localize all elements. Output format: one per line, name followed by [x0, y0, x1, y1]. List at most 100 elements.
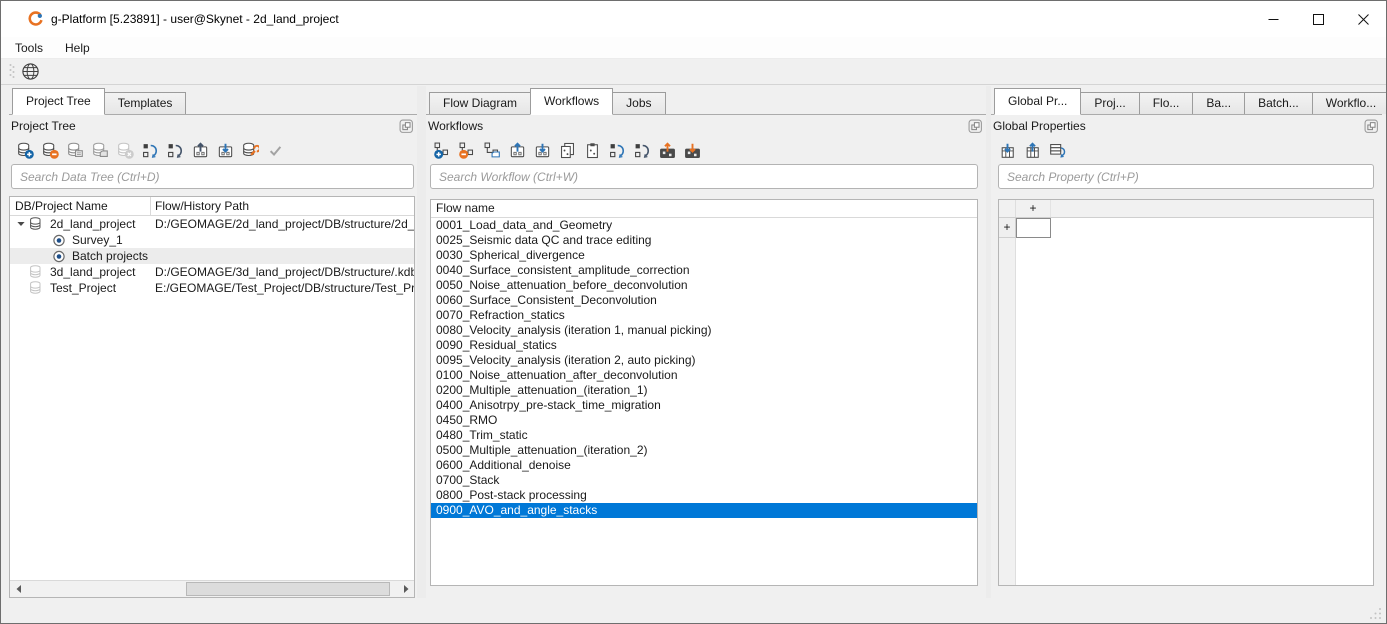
tree-row-survey-1[interactable]: Survey_1 [10, 232, 414, 248]
workflow-item-0800-post-stack-processing[interactable]: 0800_Post-stack processing [431, 488, 977, 503]
properties-export-icon[interactable] [1022, 140, 1042, 160]
database-settings-icon[interactable] [240, 140, 260, 160]
splitter[interactable] [417, 86, 426, 598]
toolbar-grip[interactable] [9, 63, 15, 81]
left-panel-title: Project Tree [11, 115, 399, 137]
paste-icon[interactable] [582, 140, 602, 160]
workflow-item-0400-anisotrpy-pre-stack-time-migration[interactable]: 0400_Anisotrpy_pre-stack_time_migration [431, 398, 977, 413]
workflow-item-0500-multiple-attenuation-iteration-2[interactable]: 0500_Multiple_attenuation_(iteration_2) [431, 443, 977, 458]
tree-item-label: Test_Project [50, 280, 116, 296]
float-panel-icon[interactable] [968, 119, 983, 134]
tab-workflows[interactable]: Workflows [530, 88, 613, 115]
database-copy-icon[interactable] [65, 140, 85, 160]
close-button[interactable] [1341, 1, 1386, 37]
column-db-project-name[interactable]: DB/Project Name [10, 197, 151, 215]
globe-icon[interactable] [21, 62, 41, 82]
tab-global-pr[interactable]: Global Pr... [994, 88, 1081, 115]
swap-refresh-icon[interactable] [607, 140, 627, 160]
main-toolbar [1, 59, 1386, 85]
workflow-item-0900-avo-and-angle-stacks[interactable]: 0900_AVO_and_angle_stacks [431, 503, 977, 518]
tree-cell-name: Batch projects [10, 248, 151, 264]
menu-item-help[interactable]: Help [57, 38, 98, 58]
workflow-item-0040-surface-consistent-amplitude-correc[interactable]: 0040_Surface_consistent_amplitude_correc… [431, 263, 977, 278]
tree-row-3d-land-project[interactable]: 3d_land_projectD:/GEOMAGE/3d_land_projec… [10, 264, 414, 280]
workflow-upload-icon[interactable] [657, 140, 677, 160]
workflow-item-0060-surface-consistent-deconvolution[interactable]: 0060_Surface_Consistent_Deconvolution [431, 293, 977, 308]
tree-row-2d-land-project[interactable]: 2d_land_projectD:/GEOMAGE/2d_land_projec… [10, 216, 414, 232]
menu-item-tools[interactable]: Tools [7, 38, 51, 58]
workflows-toolbar [432, 138, 702, 162]
right-tabbar: Global Pr...Proj...Flo...Ba...Batch...Wo… [991, 88, 1382, 115]
workflow-item-0080-velocity-analysis-iteration-1-manua[interactable]: 0080_Velocity_analysis (iteration 1, man… [431, 323, 977, 338]
copy-icon[interactable] [557, 140, 577, 160]
validate-check-icon[interactable] [265, 140, 285, 160]
search-property-input[interactable] [998, 164, 1374, 189]
scroll-left-arrow-icon[interactable] [10, 581, 27, 597]
tree-row-test-project[interactable]: Test_ProjectE:/GEOMAGE/Test_Project/DB/s… [10, 280, 414, 296]
workflow-item-0050-noise-attenuation-before-deconvolut[interactable]: 0050_Noise_attenuation_before_deconvolut… [431, 278, 977, 293]
swap-refresh-icon[interactable] [140, 140, 160, 160]
project-tree-toolbar [15, 138, 285, 162]
workflow-item-0090-residual-statics[interactable]: 0090_Residual_statics [431, 338, 977, 353]
swap-redo-icon[interactable] [165, 140, 185, 160]
column-flow-name[interactable]: Flow name [431, 200, 977, 218]
column-flow-history-path[interactable]: Flow/History Path [151, 197, 414, 215]
float-panel-icon[interactable] [1364, 119, 1379, 134]
workflow-item-0700-stack[interactable]: 0700_Stack [431, 473, 977, 488]
workflow-item-0450-rmo[interactable]: 0450_RMO [431, 413, 977, 428]
tree-row-batch-projects[interactable]: Batch projects [10, 248, 414, 264]
scrollbar-thumb[interactable] [186, 582, 390, 596]
workflow-item-0070-refraction-statics[interactable]: 0070_Refraction_statics [431, 308, 977, 323]
workflow-item-0001-load-data-and-geometry[interactable]: 0001_Load_data_and_Geometry [431, 218, 977, 233]
workflow-item-0200-multiple-attenuation-iteration-1[interactable]: 0200_Multiple_attenuation_(iteration_1) [431, 383, 977, 398]
add-column-header[interactable]: + [1016, 200, 1051, 217]
workflow-item-0100-noise-attenuation-after-deconvoluti[interactable]: 0100_Noise_attenuation_after_deconvoluti… [431, 368, 977, 383]
workflow-item-0030-spherical-divergence[interactable]: 0030_Spherical_divergence [431, 248, 977, 263]
radio-icon [51, 232, 67, 248]
tab-project-tree[interactable]: Project Tree [12, 88, 105, 115]
workflow-item-0600-additional-denoise[interactable]: 0600_Additional_denoise [431, 458, 977, 473]
float-panel-icon[interactable] [399, 119, 414, 134]
horizontal-scrollbar[interactable] [10, 580, 414, 597]
database-remove-icon[interactable] [40, 140, 60, 160]
tab-proj[interactable]: Proj... [1080, 92, 1139, 114]
workflow-item-0025-seismic-data-qc-and-trace-editing[interactable]: 0025_Seismic data QC and trace editing [431, 233, 977, 248]
tab-workflo[interactable]: Workflo... [1312, 92, 1387, 114]
properties-table-header: + [999, 200, 1373, 218]
add-row-header[interactable]: + [999, 218, 1016, 238]
tab-batch[interactable]: Batch... [1244, 92, 1313, 114]
workflow-item-0480-trim-static[interactable]: 0480_Trim_static [431, 428, 977, 443]
workflow-remove-icon[interactable] [457, 140, 477, 160]
search-workflow-input[interactable] [430, 164, 978, 189]
workflow-export-icon[interactable] [532, 140, 552, 160]
app-window: g-Platform [5.23891] - user@Skynet - 2d_… [0, 0, 1387, 624]
properties-import-icon[interactable] [997, 140, 1017, 160]
center-panel-title: Workflows [428, 115, 968, 137]
tab-flo[interactable]: Flo... [1139, 92, 1194, 114]
workflow-download-icon[interactable] [682, 140, 702, 160]
property-edit-cell[interactable] [1016, 218, 1051, 238]
database-duplicate-icon[interactable] [90, 140, 110, 160]
swap-redo-icon[interactable] [632, 140, 652, 160]
window-controls [1251, 1, 1386, 37]
workflow-item-0095-velocity-analysis-iteration-2-auto-[interactable]: 0095_Velocity_analysis (iteration 2, aut… [431, 353, 977, 368]
properties-refresh-icon[interactable] [1047, 140, 1067, 160]
maximize-button[interactable] [1296, 1, 1341, 37]
expander-icon[interactable] [13, 219, 29, 229]
scroll-right-arrow-icon[interactable] [397, 581, 414, 597]
search-data-tree-input[interactable] [11, 164, 414, 189]
workflow-copy-icon[interactable] [482, 140, 502, 160]
database-close-icon[interactable] [115, 140, 135, 160]
minimize-button[interactable] [1251, 1, 1296, 37]
project-import-icon[interactable] [215, 140, 235, 160]
tab-flow-diagram[interactable]: Flow Diagram [429, 92, 531, 114]
scrollbar-track[interactable] [27, 581, 397, 597]
resize-grip-icon[interactable] [1368, 606, 1382, 620]
project-export-icon[interactable] [190, 140, 210, 160]
tab-ba[interactable]: Ba... [1192, 92, 1245, 114]
database-add-icon[interactable] [15, 140, 35, 160]
tab-templates[interactable]: Templates [104, 92, 187, 114]
tab-jobs[interactable]: Jobs [612, 92, 665, 114]
workflow-add-icon[interactable] [432, 140, 452, 160]
workflow-import-icon[interactable] [507, 140, 527, 160]
